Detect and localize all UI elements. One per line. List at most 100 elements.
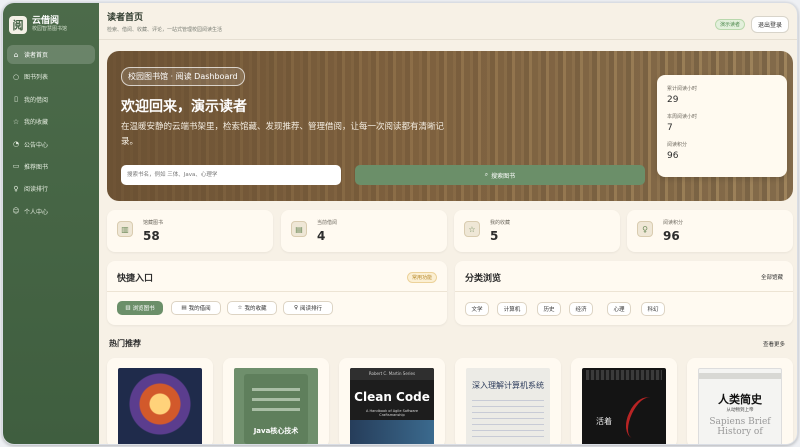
book-card[interactable]: 活着: [571, 358, 677, 444]
sidebar-item-label: 个人中心: [24, 208, 49, 216]
book-card[interactable]: Java核心技术: [223, 358, 329, 444]
sidebar-item-recommended[interactable]: ▭ 推荐图书: [7, 157, 95, 176]
document-icon: ▯: [14, 95, 18, 104]
sidebar-item-label: 图书列表: [24, 74, 49, 82]
my-favorites-button[interactable]: ☆ 我的收藏: [227, 301, 277, 315]
sidebar-item-label: 我的借阅: [24, 96, 49, 104]
panel-title: 分类浏览: [465, 274, 502, 284]
book-cover-subtitle: 从动物到上帝: [726, 408, 754, 413]
trophy-icon: ♀: [637, 221, 653, 237]
stat-label: 本周阅读小时: [667, 114, 698, 120]
book-cover: 人类简史 从动物到上帝 Sapiens Brief History of: [698, 368, 782, 444]
book-cover-subtitle: A Handbook of Agile Software Craftsmansh…: [365, 409, 419, 417]
metrics-row: ▥ 馆藏图书 58 ▤ 当前借阅 4 ☆ 我的收藏 5 ♀ 阅读积分 96: [107, 210, 793, 252]
home-icon: ⌂: [13, 50, 19, 59]
sidebar-item-favorites[interactable]: ☆ 我的收藏: [7, 112, 95, 131]
metric-label: 馆藏图书: [143, 220, 164, 226]
book-cover: 活着: [582, 368, 666, 444]
metric-value: 5: [490, 229, 499, 243]
document-icon: ▤: [181, 305, 187, 311]
reading-stats-card: 累计阅读小时 29 本周阅读小时 7 阅读积分 96: [657, 75, 787, 177]
metric-label: 阅读积分: [663, 220, 684, 226]
category-chip[interactable]: 计算机: [497, 302, 527, 316]
book-cover-title: Clean Code: [354, 390, 430, 404]
sidebar-item-label: 阅读排行: [24, 186, 49, 194]
metric-value: 4: [317, 229, 326, 243]
main-content: 读者首页 检索、借阅、收藏、评论，一站式管理校园阅读生活 演示读者 退出登录 校…: [99, 3, 797, 444]
metric-label: 我的收藏: [490, 220, 511, 226]
topbar: 读者首页 检索、借阅、收藏、评论，一站式管理校园阅读生活 演示读者 退出登录: [99, 3, 797, 39]
sidebar-item-reader-home[interactable]: ⌂ 读者首页: [7, 45, 95, 64]
reading-ranking-button[interactable]: ♀ 阅读排行: [283, 301, 333, 315]
metric-card: ▥ 馆藏图书 58: [107, 210, 273, 252]
sidebar-item-my-borrows[interactable]: ▯ 我的借阅: [7, 90, 95, 109]
book-card[interactable]: 深入理解计算机系统: [455, 358, 561, 444]
brand: 阅 云借阅 校园智慧图书馆: [3, 3, 99, 39]
metric-label: 当前借阅: [317, 220, 338, 226]
my-borrows-button[interactable]: ▤ 我的借阅: [171, 301, 221, 315]
hero-banner: 校园图书馆 · 阅读 Dashboard 欢迎回来，演示读者 在温暖安静的云端书…: [107, 51, 793, 201]
logout-button[interactable]: 退出登录: [750, 16, 789, 33]
page-title: 读者首页: [107, 13, 144, 23]
stat-label: 累计阅读小时: [667, 86, 698, 92]
search-button[interactable]: ⌕ 搜索图书: [355, 165, 645, 185]
star-icon: ☆: [12, 117, 20, 126]
category-chip[interactable]: 经济: [569, 302, 593, 316]
hero-title: 欢迎回来，演示读者: [121, 99, 247, 115]
stat-value: 7: [667, 123, 673, 133]
sidebar-item-label: 我的收藏: [24, 119, 49, 127]
sidebar-item-ranking[interactable]: ♀ 阅读排行: [7, 179, 95, 198]
common-functions-badge: 常用功能: [406, 272, 437, 283]
book-card[interactable]: [107, 358, 213, 444]
metric-card: ♀ 阅读积分 96: [627, 210, 793, 252]
book-cover-series: Robert C. Martin Series: [350, 368, 434, 380]
role-badge: 演示读者: [714, 19, 745, 30]
metric-value: 58: [143, 229, 160, 243]
sidebar-item-profile[interactable]: ☺ 个人中心: [7, 202, 95, 221]
sidebar-nav: ⌂ 读者首页 ○ 图书列表 ▯ 我的借阅 ☆ 我的收藏 ◔ 公告中心 ▭ 推荐图…: [3, 45, 99, 221]
book-cover: Robert C. Martin Series Clean Code A Han…: [350, 368, 434, 444]
star-icon: ☆: [237, 305, 243, 311]
sidebar-item-announcements[interactable]: ◔ 公告中心: [7, 135, 95, 154]
hero-description: 在温暖安静的云端书架里，检索馆藏、发现推荐、管理借阅，让每一次阅读都有清晰记录。: [121, 122, 445, 147]
search-input[interactable]: [121, 165, 341, 185]
stat-value: 29: [667, 95, 679, 105]
book-card[interactable]: Robert C. Martin Series Clean Code A Han…: [339, 358, 445, 444]
stat-value: 96: [667, 151, 679, 161]
trophy-icon: ♀: [293, 305, 298, 311]
brand-logo: 阅: [9, 16, 27, 34]
sidebar-item-label: 读者首页: [24, 52, 49, 59]
document-icon: ▤: [291, 221, 307, 237]
sidebar: 阅 云借阅 校园智慧图书馆 ⌂ 读者首页 ○ 图书列表 ▯ 我的借阅 ☆ 我的收…: [3, 3, 99, 444]
search-icon: ⌕: [484, 171, 489, 178]
category-chip[interactable]: 心理: [607, 302, 631, 316]
quick-entry-panel: 快捷入口 常用功能 ▥ 浏览图书 ▤ 我的借阅 ☆ 我的收藏 ♀ 阅读排行: [107, 261, 447, 325]
section-title: 热门推荐: [109, 339, 141, 348]
browse-books-button[interactable]: ▥ 浏览图书: [117, 301, 163, 315]
book-cover-title: 人类简史: [718, 393, 762, 406]
book-cover: [118, 368, 202, 444]
book-cover: 深入理解计算机系统: [466, 368, 550, 444]
sidebar-item-book-list[interactable]: ○ 图书列表: [7, 67, 95, 86]
book-cover-title: 活着: [596, 417, 612, 426]
category-chip[interactable]: 历史: [537, 302, 561, 316]
hero-tag: 校园图书馆 · 阅读 Dashboard: [121, 67, 245, 86]
star-icon: ☆: [464, 221, 480, 237]
book-card[interactable]: 人类简史 从动物到上帝 Sapiens Brief History of: [687, 358, 793, 444]
view-more-link[interactable]: 查看更多: [763, 340, 785, 348]
all-collection-link[interactable]: 全部馆藏: [761, 273, 783, 281]
user-icon: ☺: [12, 207, 20, 216]
book-cover: Java核心技术: [234, 368, 318, 444]
page-subtitle: 检索、借阅、收藏、评论，一站式管理校园阅读生活: [107, 27, 223, 33]
category-chip[interactable]: 文学: [465, 302, 489, 316]
book-cover-title: 深入理解计算机系统: [472, 381, 544, 390]
category-chip[interactable]: 科幻: [641, 302, 665, 316]
book-cover-title: Java核心技术: [253, 427, 299, 435]
stat-label: 阅读积分: [667, 142, 688, 148]
search-icon: ○: [12, 72, 20, 81]
book-icon: ▥: [117, 221, 133, 237]
book-icon: ▥: [125, 305, 131, 311]
bell-icon: ◔: [12, 140, 20, 149]
brand-subtitle: 校园智慧图书馆: [32, 26, 68, 33]
metric-card: ▤ 当前借阅 4: [281, 210, 447, 252]
